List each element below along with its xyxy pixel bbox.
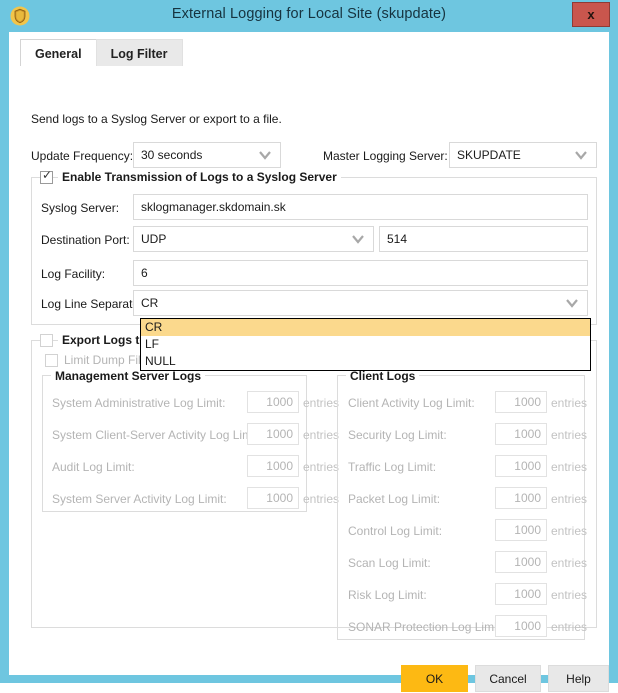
- syslog-server-label: Syslog Server:: [41, 201, 120, 215]
- dialog-client-area: General Log Filter Send logs to a Syslog …: [9, 32, 609, 692]
- dialog-window: External Logging for Local Site (skupdat…: [0, 0, 618, 692]
- client-row-3-unit: entries: [551, 492, 588, 506]
- client-logs-title: Client Logs: [346, 369, 420, 383]
- client-row-3-input[interactable]: 1000: [495, 487, 547, 509]
- chevron-down-icon: [352, 227, 364, 251]
- client-row-0-label: Client Activity Log Limit:: [348, 396, 475, 410]
- client-row-7-unit: entries: [551, 620, 588, 634]
- destination-port-protocol-select[interactable]: UDP: [133, 226, 374, 252]
- window-title: External Logging for Local Site (skupdat…: [171, 6, 447, 22]
- client-row-4-unit: entries: [551, 524, 588, 538]
- log-line-separator-dropdown-list[interactable]: CR LF NULL: [140, 318, 591, 371]
- mgmt-row-0-unit: entries: [303, 396, 340, 410]
- client-row-1-label: Security Log Limit:: [348, 428, 447, 442]
- tab-underline: [20, 66, 598, 67]
- cancel-button[interactable]: Cancel: [475, 665, 541, 692]
- client-row-5-unit: entries: [551, 556, 588, 570]
- log-line-separator-label: Log Line Separator:: [41, 297, 147, 311]
- syslog-server-input[interactable]: sklogmanager.skdomain.sk: [133, 194, 588, 220]
- title-bar: External Logging for Local Site (skupdat…: [0, 0, 618, 32]
- client-row-4-input[interactable]: 1000: [495, 519, 547, 541]
- client-row-6-input[interactable]: 1000: [495, 583, 547, 605]
- update-frequency-label: Update Frequency:: [31, 149, 134, 163]
- master-logging-server-select[interactable]: SKUPDATE: [449, 142, 597, 168]
- client-row-7-label: SONAR Protection Log Limit:: [348, 620, 504, 634]
- mgmt-row-1-unit: entries: [303, 428, 340, 442]
- destination-port-label: Destination Port:: [41, 233, 130, 247]
- limit-dump-file-label: Limit Dump File: [64, 353, 148, 367]
- check-icon: ✓: [42, 168, 53, 182]
- log-line-separator-select[interactable]: CR: [133, 290, 588, 316]
- chevron-down-icon: [259, 143, 271, 167]
- mgmt-row-2-input[interactable]: 1000: [247, 455, 299, 477]
- enable-syslog-checkbox[interactable]: ✓: [40, 168, 53, 184]
- chevron-down-icon: [575, 143, 587, 167]
- tab-log-filter[interactable]: Log Filter: [95, 39, 183, 67]
- management-server-logs-title: Management Server Logs: [51, 369, 206, 383]
- mgmt-row-0-label: System Administrative Log Limit:: [52, 396, 226, 410]
- client-row-3-label: Packet Log Limit:: [348, 492, 441, 506]
- client-row-6-label: Risk Log Limit:: [348, 588, 427, 602]
- client-row-5-input[interactable]: 1000: [495, 551, 547, 573]
- chevron-down-icon: [566, 291, 578, 315]
- intro-text: Send logs to a Syslog Server or export t…: [31, 112, 282, 126]
- client-row-2-input[interactable]: 1000: [495, 455, 547, 477]
- client-row-5-label: Scan Log Limit:: [348, 556, 431, 570]
- master-logging-server-value: SKUPDATE: [457, 148, 521, 162]
- dropdown-option-cr[interactable]: CR: [141, 319, 590, 336]
- client-row-1-input[interactable]: 1000: [495, 423, 547, 445]
- update-frequency-value: 30 seconds: [141, 148, 203, 162]
- export-logs-checkbox[interactable]: [40, 334, 53, 347]
- tab-strip: General Log Filter: [20, 39, 183, 67]
- ok-button[interactable]: OK: [401, 665, 468, 692]
- mgmt-row-1-input[interactable]: 1000: [247, 423, 299, 445]
- mgmt-row-1-label: System Client-Server Activity Log Limit:: [52, 428, 262, 442]
- help-button[interactable]: Help: [548, 665, 609, 692]
- client-row-4-label: Control Log Limit:: [348, 524, 443, 538]
- mgmt-row-3-unit: entries: [303, 492, 340, 506]
- mgmt-row-2-label: Audit Log Limit:: [52, 460, 135, 474]
- mgmt-row-2-unit: entries: [303, 460, 340, 474]
- client-row-6-unit: entries: [551, 588, 588, 602]
- syslog-group-title: Enable Transmission of Logs to a Syslog …: [58, 170, 341, 184]
- mgmt-row-0-input[interactable]: 1000: [247, 391, 299, 413]
- client-row-0-unit: entries: [551, 396, 588, 410]
- dropdown-option-lf[interactable]: LF: [141, 336, 590, 353]
- client-row-2-unit: entries: [551, 460, 588, 474]
- master-logging-server-label: Master Logging Server:: [323, 149, 448, 163]
- mgmt-row-3-label: System Server Activity Log Limit:: [52, 492, 227, 506]
- export-logs-group-title: Export Logs to: [58, 333, 151, 347]
- log-facility-label: Log Facility:: [41, 267, 106, 281]
- client-row-1-unit: entries: [551, 428, 588, 442]
- tab-general[interactable]: General: [20, 39, 97, 67]
- log-facility-input[interactable]: 6: [133, 260, 588, 286]
- destination-port-protocol-value: UDP: [141, 232, 167, 246]
- log-line-separator-value: CR: [141, 296, 159, 310]
- client-row-0-input[interactable]: 1000: [495, 391, 547, 413]
- mgmt-row-3-input[interactable]: 1000: [247, 487, 299, 509]
- close-icon[interactable]: x: [572, 2, 610, 27]
- client-row-7-input[interactable]: 1000: [495, 615, 547, 637]
- destination-port-number-input[interactable]: 514: [379, 226, 588, 252]
- limit-dump-file-checkbox[interactable]: [45, 354, 58, 367]
- client-row-2-label: Traffic Log Limit:: [348, 460, 437, 474]
- dropdown-option-null[interactable]: NULL: [141, 353, 590, 370]
- update-frequency-select[interactable]: 30 seconds: [133, 142, 281, 168]
